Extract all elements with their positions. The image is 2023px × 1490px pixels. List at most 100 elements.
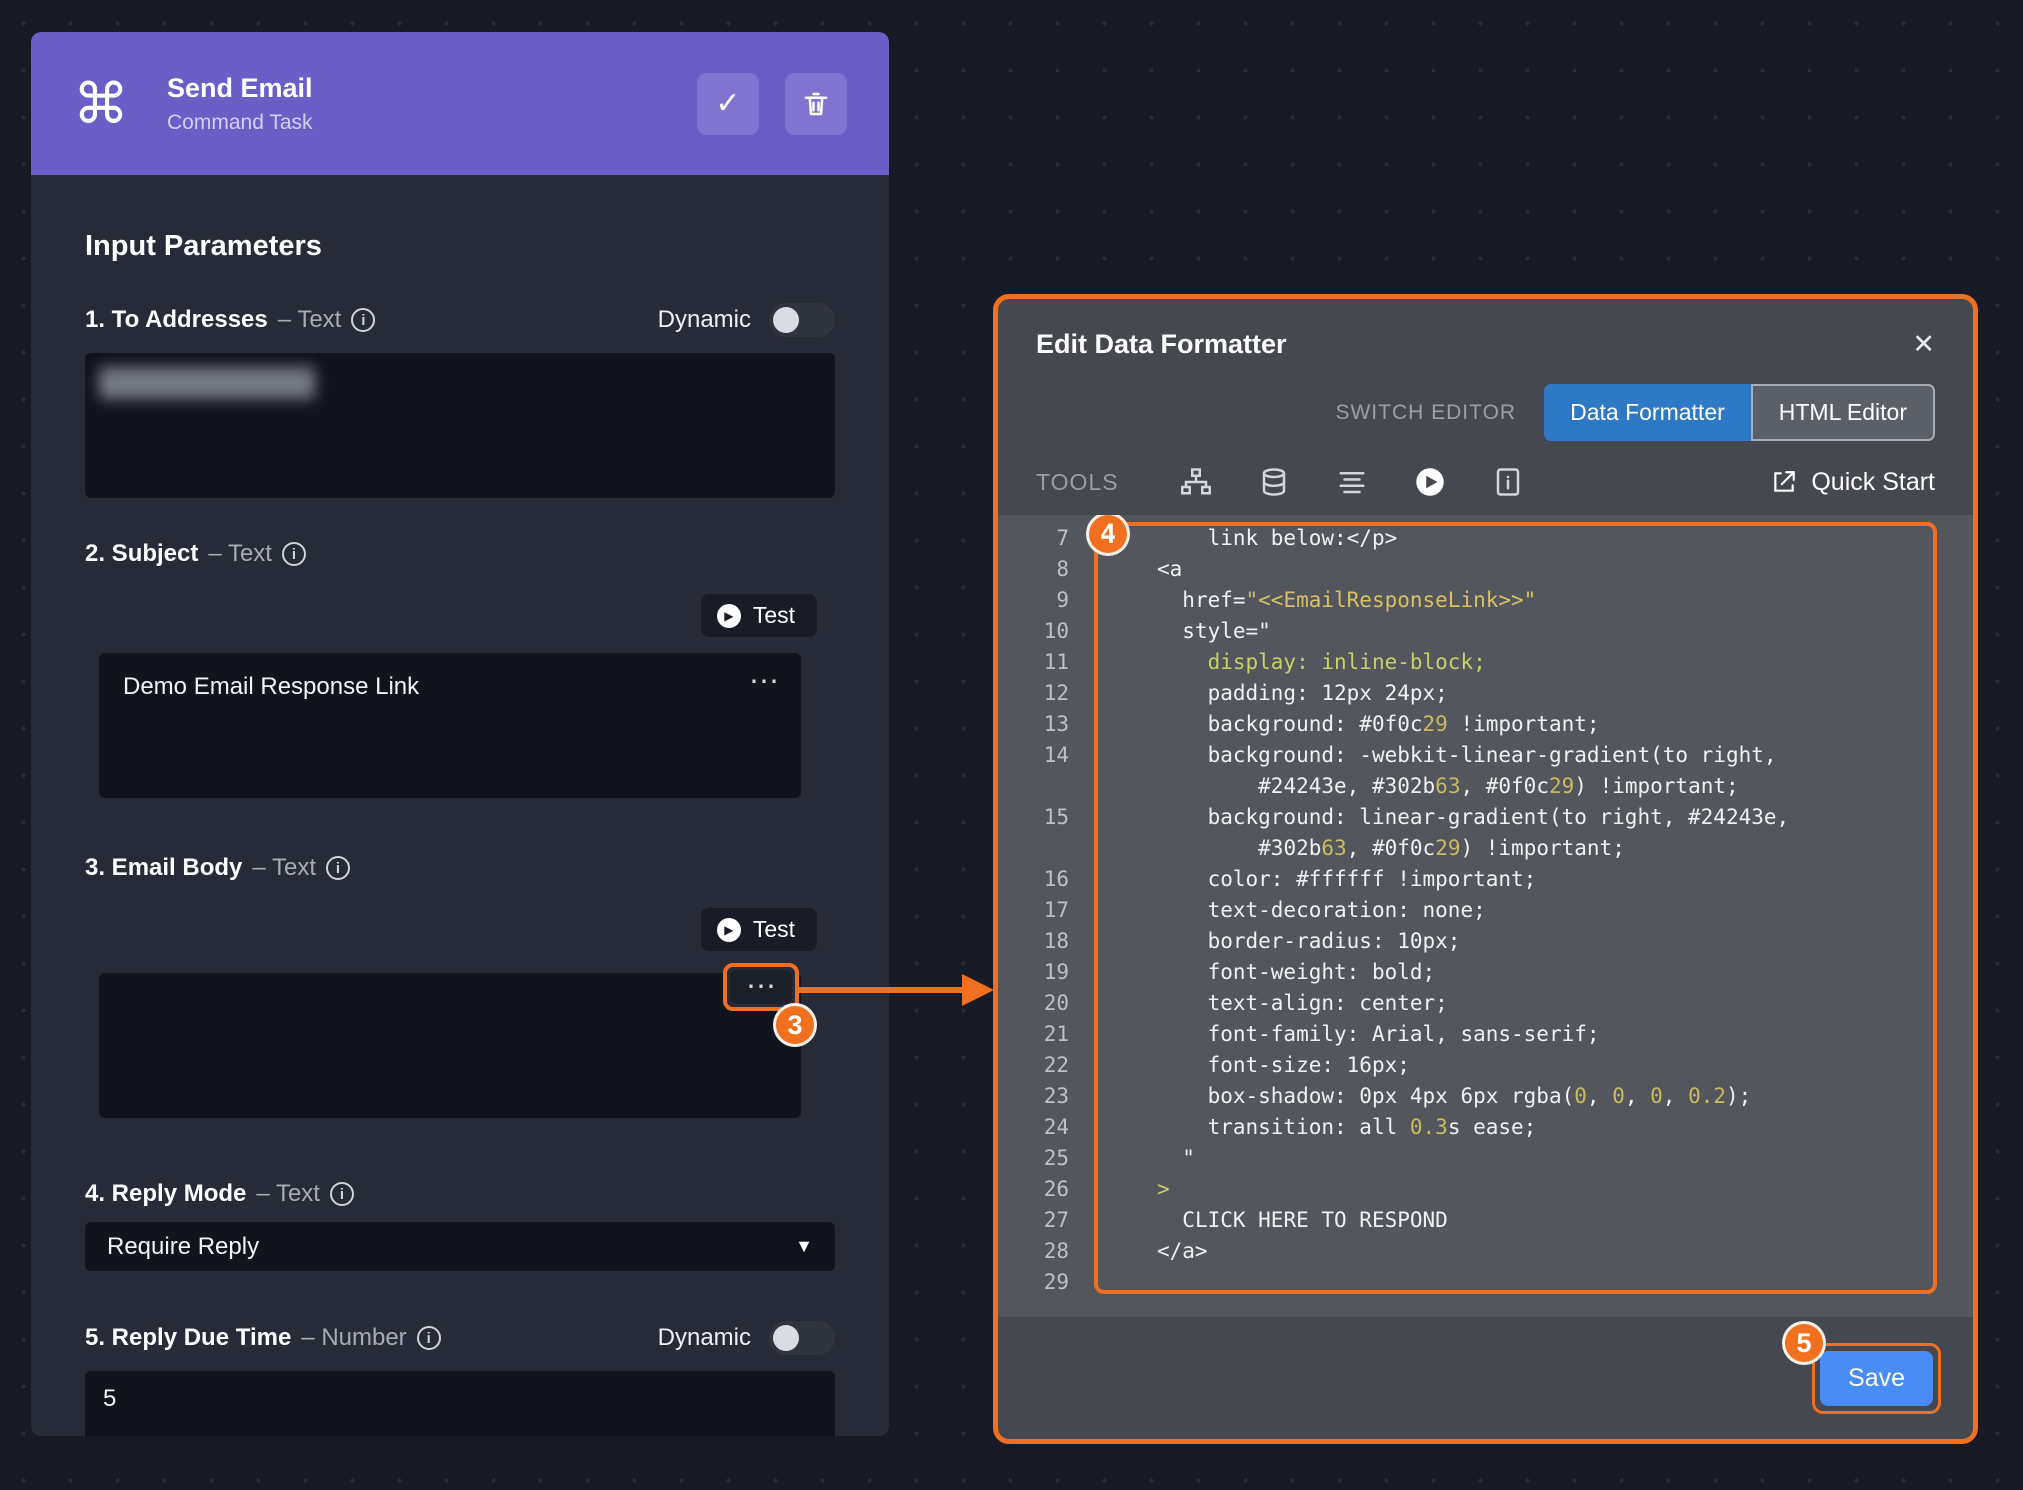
code-line-text: background: linear-gradient(to right, #2… xyxy=(1069,802,1973,864)
email-body-input[interactable]: ⋯ 3 xyxy=(99,973,801,1118)
step-badge-5: 5 xyxy=(1782,1321,1826,1365)
tab-html-editor[interactable]: HTML Editor xyxy=(1751,384,1935,441)
code-line-text: padding: 12px 24px; xyxy=(1069,678,1973,709)
code-line[interactable]: 7 link below:</p> xyxy=(998,523,1973,554)
task-subtitle: Command Task xyxy=(167,111,313,135)
info-icon[interactable]: i xyxy=(282,542,306,566)
line-number: 15 xyxy=(998,802,1069,864)
code-line[interactable]: 28</a> xyxy=(998,1236,1973,1267)
code-line[interactable]: 24 transition: all 0.3s ease; xyxy=(998,1112,1973,1143)
param-row-reply-due-time: 5. Reply Due Time – Number i Dynamic xyxy=(85,1321,835,1355)
code-line[interactable]: 22 font-size: 16px; xyxy=(998,1050,1973,1081)
subject-more-button[interactable]: ⋯ xyxy=(749,667,779,697)
edit-data-formatter-modal: Edit Data Formatter ✕ SWITCH EDITOR Data… xyxy=(993,294,1978,1444)
modal-title: Edit Data Formatter xyxy=(1036,329,1287,360)
code-line-text: CLICK HERE TO RESPOND xyxy=(1069,1205,1973,1236)
code-line-text: color: #ffffff !important; xyxy=(1069,864,1973,895)
text-lines-icon[interactable] xyxy=(1337,467,1367,497)
code-editor[interactable]: 7 link below:</p>8<a9 href="<<EmailRespo… xyxy=(998,515,1973,1317)
param-type: – Text xyxy=(252,854,316,882)
code-line-text: > xyxy=(1069,1174,1973,1205)
check-icon: ✓ xyxy=(715,86,740,121)
code-line-text: text-align: center; xyxy=(1069,988,1973,1019)
docs-info-icon[interactable] xyxy=(1493,467,1523,497)
param-type: – Text xyxy=(278,306,342,334)
code-line[interactable]: 23 box-shadow: 0px 4px 6px rgba(0, 0, 0,… xyxy=(998,1081,1973,1112)
line-number: 22 xyxy=(998,1050,1069,1081)
dynamic-toggle[interactable] xyxy=(769,303,835,337)
param-type: – Number xyxy=(301,1324,406,1352)
code-line-text: font-family: Arial, sans-serif; xyxy=(1069,1019,1973,1050)
code-line[interactable]: 27 CLICK HERE TO RESPOND xyxy=(998,1205,1973,1236)
line-number: 17 xyxy=(998,895,1069,926)
to-addresses-input[interactable] xyxy=(85,353,835,498)
section-title: Input Parameters xyxy=(85,230,835,263)
code-line[interactable]: 10 style=" xyxy=(998,616,1973,647)
annotation-box-3: ⋯ 3 xyxy=(723,963,799,1011)
code-line[interactable]: 21 font-family: Arial, sans-serif; xyxy=(998,1019,1973,1050)
code-line[interactable]: 15 background: linear-gradient(to right,… xyxy=(998,802,1973,864)
info-icon[interactable]: i xyxy=(326,856,350,880)
run-icon[interactable] xyxy=(1415,467,1445,497)
code-line-text: text-decoration: none; xyxy=(1069,895,1973,926)
code-line[interactable]: 11 display: inline-block; xyxy=(998,647,1973,678)
email-body-test-button[interactable]: ▶ Test xyxy=(701,908,817,951)
code-line[interactable]: 25 " xyxy=(998,1143,1973,1174)
code-line[interactable]: 16 color: #ffffff !important; xyxy=(998,864,1973,895)
editor-tabs: Data Formatter HTML Editor xyxy=(1544,384,1935,441)
line-number: 23 xyxy=(998,1081,1069,1112)
quick-start-button[interactable]: Quick Start xyxy=(1771,468,1935,497)
delete-button[interactable] xyxy=(785,73,847,135)
code-line[interactable]: 13 background: #0f0c29 !important; xyxy=(998,709,1973,740)
line-number: 10 xyxy=(998,616,1069,647)
dynamic-label: Dynamic xyxy=(658,306,751,334)
code-line[interactable]: 26> xyxy=(998,1174,1973,1205)
code-line[interactable]: 17 text-decoration: none; xyxy=(998,895,1973,926)
param-row-reply-mode: 4. Reply Mode – Text i xyxy=(85,1180,835,1208)
email-body-more-button[interactable]: ⋯ xyxy=(730,970,792,1004)
code-line[interactable]: 29 xyxy=(998,1267,1973,1298)
code-line-text: font-size: 16px; xyxy=(1069,1050,1973,1081)
param-row-email-body: 3. Email Body – Text i xyxy=(85,854,835,882)
info-icon[interactable]: i xyxy=(417,1326,441,1350)
param-type: – Text xyxy=(208,540,272,568)
line-number: 8 xyxy=(998,554,1069,585)
close-icon[interactable]: ✕ xyxy=(1912,329,1935,360)
code-line[interactable]: 20 text-align: center; xyxy=(998,988,1973,1019)
param-name: 1. To Addresses xyxy=(85,306,268,334)
code-line[interactable]: 14 background: -webkit-linear-gradient(t… xyxy=(998,740,1973,802)
code-line[interactable]: 12 padding: 12px 24px; xyxy=(998,678,1973,709)
tab-data-formatter[interactable]: Data Formatter xyxy=(1544,384,1751,441)
line-number: 11 xyxy=(998,647,1069,678)
toggle-knob xyxy=(773,307,799,333)
sitemap-icon[interactable] xyxy=(1181,467,1211,497)
confirm-button[interactable]: ✓ xyxy=(697,73,759,135)
reply-mode-select[interactable]: Require Reply ▼ xyxy=(85,1222,835,1271)
info-icon[interactable]: i xyxy=(330,1182,354,1206)
line-number: 29 xyxy=(998,1267,1069,1298)
subject-input[interactable]: Demo Email Response Link ⋯ xyxy=(99,653,801,798)
code-line-text: transition: all 0.3s ease; xyxy=(1069,1112,1973,1143)
annotation-arrow xyxy=(798,963,998,1017)
code-line[interactable]: 19 font-weight: bold; xyxy=(998,957,1973,988)
database-icon[interactable] xyxy=(1259,467,1289,497)
line-number: 13 xyxy=(998,709,1069,740)
code-line[interactable]: 8<a xyxy=(998,554,1973,585)
task-title-block: Send Email Command Task xyxy=(167,73,313,135)
save-button[interactable]: Save xyxy=(1820,1351,1933,1406)
code-line-text: box-shadow: 0px 4px 6px rgba(0, 0, 0, 0.… xyxy=(1069,1081,1973,1112)
subject-test-button[interactable]: ▶ Test xyxy=(701,594,817,637)
code-line-text: font-weight: bold; xyxy=(1069,957,1973,988)
task-panel: ⌘ Send Email Command Task ✓ Input Parame… xyxy=(31,32,889,1436)
reply-due-time-input[interactable]: 5 xyxy=(85,1371,835,1436)
code-line[interactable]: 18 border-radius: 10px; xyxy=(998,926,1973,957)
redacted-email-text xyxy=(99,367,315,399)
subject-value: Demo Email Response Link xyxy=(123,673,419,701)
line-number: 7 xyxy=(998,523,1069,554)
dynamic-toggle[interactable] xyxy=(769,1321,835,1355)
code-line-text: border-radius: 10px; xyxy=(1069,926,1973,957)
param-row-subject: 2. Subject – Text i xyxy=(85,540,835,568)
dynamic-label: Dynamic xyxy=(658,1324,751,1352)
info-icon[interactable]: i xyxy=(351,308,375,332)
code-line[interactable]: 9 href="<<EmailResponseLink>>" xyxy=(998,585,1973,616)
